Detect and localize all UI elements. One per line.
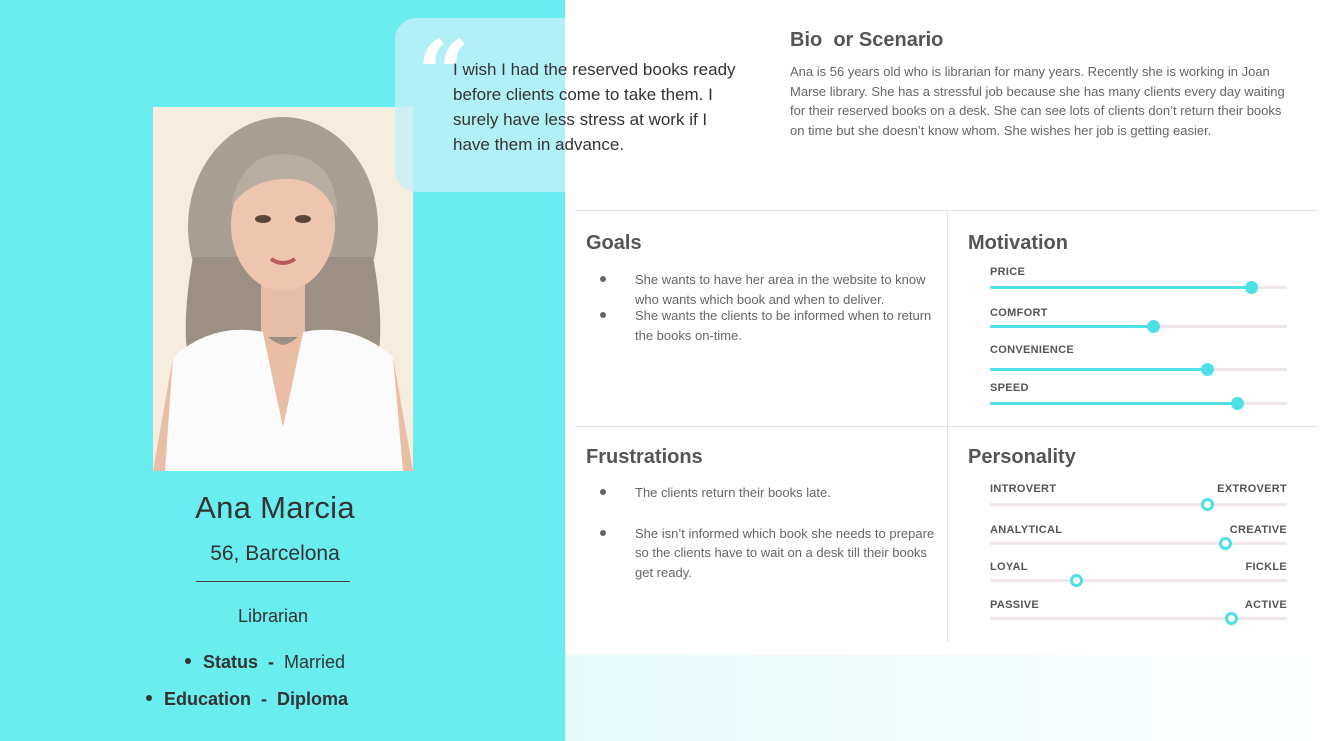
slider-fill [990,286,1252,289]
motivation-title: Motivation [968,232,1068,254]
persona-occupation: Librarian [237,606,309,626]
persona-name: Ana Marcia [195,490,355,525]
bullet-icon [146,695,152,702]
education-fact: Education - Diploma [146,689,348,710]
slider-row: PASSIVE ACTIVE [990,599,1287,629]
slider-label: PASSIVE [990,599,1039,611]
slider-handle[interactable] [1200,498,1214,511]
slider-label-right: ACTIVE [1244,599,1287,611]
status-label: Status [203,652,259,672]
slider-track [990,320,1287,333]
education-separator: - [261,689,268,709]
list-item: She isn’t informed which book she needs … [586,524,948,583]
slider-handle[interactable] [1070,574,1084,587]
bio-title: Bio or Scenario [790,29,944,51]
slider-row: INTROVERT EXTROVERT [990,483,1287,513]
persona-age-location: 56, Barcelona [210,542,340,565]
slider-label: LOYAL [990,561,1028,573]
slider-row: CONVENIENCE [990,344,1287,376]
frustrations-list: The clients return their books late. She… [586,483,948,582]
bio-text: Ana is 56 years old who is librarian for… [790,64,1285,139]
slider-label-right: CREATIVE [1229,524,1287,536]
slider-row: PRICE [990,266,1287,296]
slider-label: ANALYTICAL [990,524,1063,536]
footer-band [565,655,1325,741]
slider-track [990,498,1287,511]
slider-track [990,537,1287,550]
status-separator: - [268,652,275,672]
slider-track [990,281,1287,294]
slider-label: INTROVERT [990,483,1057,495]
slider-track [990,574,1287,587]
slider-handle[interactable] [1200,363,1214,376]
slider-handle[interactable] [1230,397,1244,410]
slider-label-right: FICKLE [1245,561,1287,573]
personality-title: Personality [968,446,1076,468]
goals-title: Goals [586,232,642,254]
bullet-icon [185,658,191,665]
frustrations-title: Frustrations [586,446,703,468]
slider-row: SPEED [990,382,1287,412]
slider-row: ANALYTICAL CREATIVE [990,524,1287,554]
slider-track [990,612,1287,625]
education-label: Education [164,689,252,709]
education-value: Diploma [277,689,349,709]
persona-photo [153,107,413,471]
slider-handle[interactable] [1147,320,1161,333]
divider [196,581,350,582]
list-item: She wants to have her area in the websit… [586,270,936,309]
slider-handle[interactable] [1224,612,1238,625]
list-item: She wants the clients to be informed whe… [586,306,936,345]
list-item: The clients return their books late. [586,483,948,503]
slider-row: COMFORT [990,307,1287,337]
slider-label: COMFORT [990,307,1048,319]
slider-label-right: EXTROVERT [1217,483,1287,495]
slider-handle[interactable] [1218,537,1232,550]
slider-fill [990,368,1207,371]
slider-track [990,363,1287,376]
slider-track [990,397,1287,410]
slider-label: SPEED [990,382,1029,394]
slider-label: CONVENIENCE [990,344,1074,356]
slider-fill [990,402,1237,405]
status-value: Married [284,652,346,672]
slider-label: PRICE [990,266,1026,278]
status-fact: Status - Married [185,652,345,673]
slider-fill [990,325,1154,328]
slider-row: LOYAL FICKLE [990,561,1287,591]
persona-quote: I wish I had the reserved books ready be… [453,60,736,154]
goals-list: She wants to have her area in the websit… [586,270,936,345]
slider-handle[interactable] [1245,281,1259,294]
